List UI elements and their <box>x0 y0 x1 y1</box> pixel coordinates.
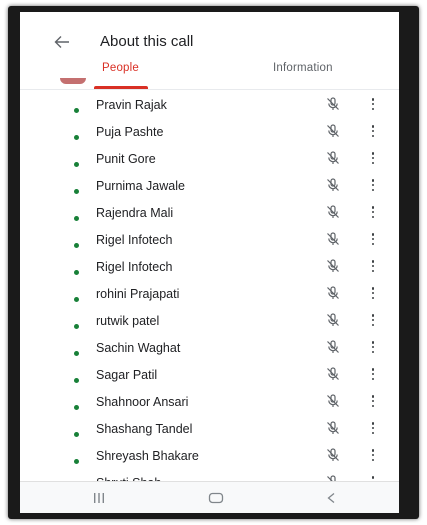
participant-name: Puja Pashte <box>96 125 164 139</box>
participant-name: Punit Gore <box>96 152 156 166</box>
presence-dot <box>74 108 79 113</box>
more-vert-icon[interactable] <box>370 124 376 138</box>
app-header: About this call People Information <box>20 12 399 92</box>
more-vert-icon[interactable] <box>370 232 376 246</box>
participant-name: Rajendra Mali <box>96 206 174 220</box>
list-item[interactable]: Rigel Infotech <box>20 254 399 281</box>
participant-name: Sagar Patil <box>96 368 158 382</box>
system-nav-bar <box>20 481 399 513</box>
presence-dot <box>74 189 79 194</box>
more-vert-icon[interactable] <box>370 394 376 408</box>
presence-dot <box>74 324 79 329</box>
presence-dot <box>74 378 79 383</box>
list-item[interactable]: rutwik patel <box>20 308 399 335</box>
back-icon[interactable] <box>316 488 346 508</box>
list-item[interactable]: Rajendra Mali <box>20 200 399 227</box>
participant-name: Purnima Jawale <box>96 179 185 193</box>
mic-off-icon[interactable] <box>325 204 341 220</box>
mic-off-icon[interactable] <box>325 339 341 355</box>
presence-dot <box>74 297 79 302</box>
presence-dot <box>74 243 79 248</box>
participant-name: rutwik patel <box>96 314 160 328</box>
more-vert-icon[interactable] <box>370 448 376 462</box>
presence-dot <box>74 459 79 464</box>
screen: About this call People Information Pravi… <box>20 12 399 513</box>
list-item[interactable]: Rigel Infotech <box>20 227 399 254</box>
list-item[interactable]: Shreyash Bhakare <box>20 443 399 470</box>
list-item[interactable]: Sagar Patil <box>20 362 399 389</box>
presence-dot <box>74 351 79 356</box>
page-title: About this call <box>100 33 194 50</box>
presence-dot <box>74 405 79 410</box>
more-vert-icon[interactable] <box>370 367 376 381</box>
list-item[interactable]: Shahnoor Ansari <box>20 389 399 416</box>
more-vert-icon[interactable] <box>370 151 376 165</box>
participant-name: Shreyash Bhakare <box>96 449 199 463</box>
participant-name: Shashang Tandel <box>96 422 193 436</box>
more-vert-icon[interactable] <box>370 286 376 300</box>
mic-off-icon[interactable] <box>325 285 341 301</box>
participant-list: Pravin Rajak Puja Pashte Punit Gore Purn… <box>20 92 399 497</box>
participant-name: Shahnoor Ansari <box>96 395 189 409</box>
presence-dot <box>74 432 79 437</box>
participant-name: Pravin Rajak <box>96 98 167 112</box>
mic-off-icon[interactable] <box>325 447 341 463</box>
home-icon[interactable] <box>201 488 231 508</box>
mic-off-icon[interactable] <box>325 96 341 112</box>
more-vert-icon[interactable] <box>370 313 376 327</box>
mic-off-icon[interactable] <box>325 123 341 139</box>
list-item[interactable]: Punit Gore <box>20 146 399 173</box>
more-vert-icon[interactable] <box>370 205 376 219</box>
presence-dot <box>74 135 79 140</box>
participant-name: Rigel Infotech <box>96 233 173 247</box>
list-item[interactable]: Purnima Jawale <box>20 173 399 200</box>
device-frame: About this call People Information Pravi… <box>8 6 419 519</box>
participant-name: rohini Prajapati <box>96 287 180 301</box>
mic-off-icon[interactable] <box>325 393 341 409</box>
mic-off-icon[interactable] <box>325 258 341 274</box>
more-vert-icon[interactable] <box>370 178 376 192</box>
avatar <box>60 78 86 84</box>
mic-off-icon[interactable] <box>325 312 341 328</box>
header-divider <box>20 89 399 90</box>
list-item[interactable]: Sachin Waghat <box>20 335 399 362</box>
mic-off-icon[interactable] <box>325 231 341 247</box>
mic-off-icon[interactable] <box>325 177 341 193</box>
mic-off-icon[interactable] <box>325 420 341 436</box>
presence-dot <box>74 270 79 275</box>
more-vert-icon[interactable] <box>370 421 376 435</box>
more-vert-icon[interactable] <box>370 259 376 273</box>
list-item[interactable]: Pravin Rajak <box>20 92 399 119</box>
list-item[interactable]: Puja Pashte <box>20 119 399 146</box>
mic-off-icon[interactable] <box>325 150 341 166</box>
presence-dot <box>74 162 79 167</box>
tab-information[interactable]: Information <box>273 62 333 90</box>
arrow-back-icon[interactable] <box>50 32 74 52</box>
mic-off-icon[interactable] <box>325 366 341 382</box>
participant-name: Rigel Infotech <box>96 260 173 274</box>
list-item[interactable]: Shashang Tandel <box>20 416 399 443</box>
more-vert-icon[interactable] <box>370 97 376 111</box>
presence-dot <box>74 216 79 221</box>
recents-icon[interactable] <box>84 488 114 508</box>
more-vert-icon[interactable] <box>370 340 376 354</box>
list-item[interactable]: rohini Prajapati <box>20 281 399 308</box>
participant-name: Sachin Waghat <box>96 341 181 355</box>
